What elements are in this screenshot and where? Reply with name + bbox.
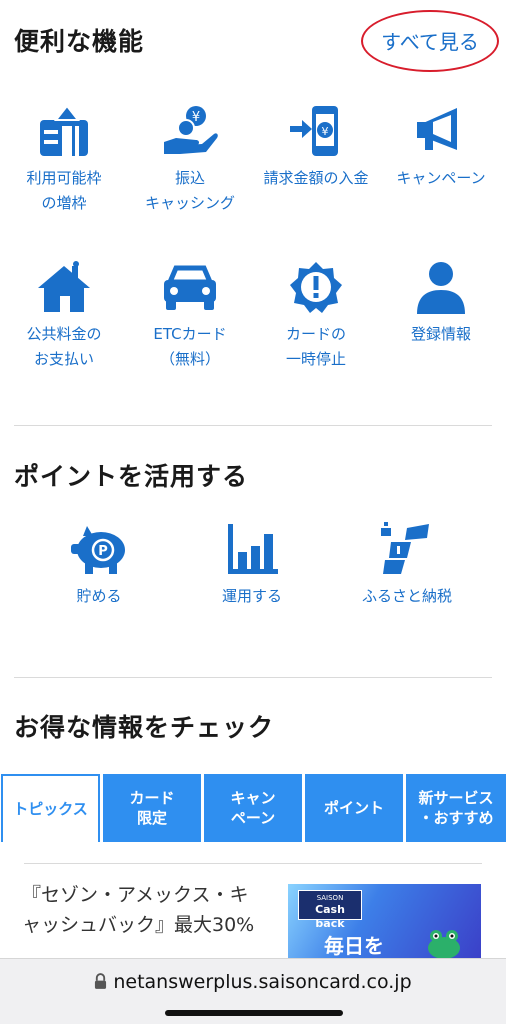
points-save[interactable]: P 貯める — [36, 522, 162, 609]
article-title[interactable]: 『セゾン・アメックス・キャッシュバック』最大30% — [22, 880, 262, 952]
tab-new-services[interactable]: 新サービス ・おすすめ — [406, 774, 506, 842]
feature-label: 登録情報 — [410, 325, 471, 343]
limit-increase-icon — [40, 104, 88, 156]
tabs-divider — [24, 863, 482, 864]
url-text: netanswerplus.saisoncard.co.jp — [0, 971, 506, 993]
alert-badge-icon — [290, 262, 342, 313]
payment-deposit-icon: ¥ — [290, 106, 338, 156]
deals-tabs: トピックス カード 限定 キャン ペーン ポイント 新サービス ・おすすめ — [0, 774, 506, 842]
svg-text:P: P — [98, 544, 108, 559]
cashback-banner[interactable]: SAISON Cash back 毎日を — [288, 884, 481, 960]
tab-topics[interactable]: トピックス — [1, 774, 100, 842]
lock-icon — [95, 973, 107, 989]
section-divider — [14, 425, 492, 426]
tab-card-limited[interactable]: カード 限定 — [103, 774, 201, 842]
deals-title: お得な情報をチェック — [14, 713, 275, 742]
features-title: 便利な機能 — [14, 27, 145, 56]
feature-label: 利用可能枠 の増枠 — [26, 169, 102, 212]
megaphone-icon — [417, 108, 457, 150]
points-title: ポイントを活用する — [14, 462, 249, 491]
feature-label: 請求金額の入金 — [263, 169, 369, 187]
feature-registration-info[interactable]: 登録情報 — [378, 260, 504, 347]
points-label: 貯める — [76, 587, 122, 605]
browser-url-bar[interactable]: netanswerplus.saisoncard.co.jp — [0, 958, 506, 1024]
feature-payment-deposit[interactable]: ¥ 請求金額の入金 — [253, 104, 379, 191]
tab-points[interactable]: ポイント — [305, 774, 403, 842]
feature-label: キャンペーン — [396, 169, 486, 187]
feature-label: カードの 一時停止 — [285, 325, 346, 368]
feature-label: 公共料金の お支払い — [26, 325, 102, 368]
person-icon — [417, 262, 465, 314]
svg-text:¥: ¥ — [322, 125, 329, 138]
piggy-bank-icon: P — [71, 526, 125, 574]
feature-card-suspend[interactable]: カードの 一時停止 — [253, 260, 379, 372]
feature-label: 振込 キャッシング — [144, 169, 235, 212]
see-all-link[interactable]: すべて見る — [361, 10, 499, 72]
feature-etc-card[interactable]: ETCカード （無料） — [127, 260, 253, 372]
points-furusato[interactable]: ふるさと納税 — [344, 522, 470, 609]
banner-tagline: 毎日を — [324, 934, 384, 958]
tab-campaign[interactable]: キャン ペーン — [204, 774, 302, 842]
see-all-label: すべて見る — [381, 30, 479, 54]
feature-limit-increase[interactable]: 利用可能枠 の増枠 — [1, 104, 127, 216]
feature-label: ETCカード （無料） — [153, 325, 227, 368]
banner-logo: SAISON Cash back — [298, 890, 362, 930]
car-icon — [164, 265, 216, 310]
bar-chart-icon — [228, 524, 278, 574]
points-label: 運用する — [221, 587, 282, 605]
house-icon — [38, 261, 90, 312]
points-label: ふるさと納税 — [361, 587, 452, 605]
gift-icon — [381, 522, 429, 574]
yen-transfer-icon: ¥ — [164, 106, 218, 154]
section-divider — [14, 677, 492, 678]
points-invest[interactable]: 運用する — [189, 522, 315, 609]
feature-transfer-cashing[interactable]: ¥ 振込 キャッシング — [127, 104, 253, 216]
home-indicator — [165, 1010, 343, 1016]
frog-mascot-icon — [428, 930, 460, 958]
feature-utility-payment[interactable]: 公共料金の お支払い — [1, 260, 127, 372]
feature-campaign[interactable]: キャンペーン — [378, 104, 504, 191]
